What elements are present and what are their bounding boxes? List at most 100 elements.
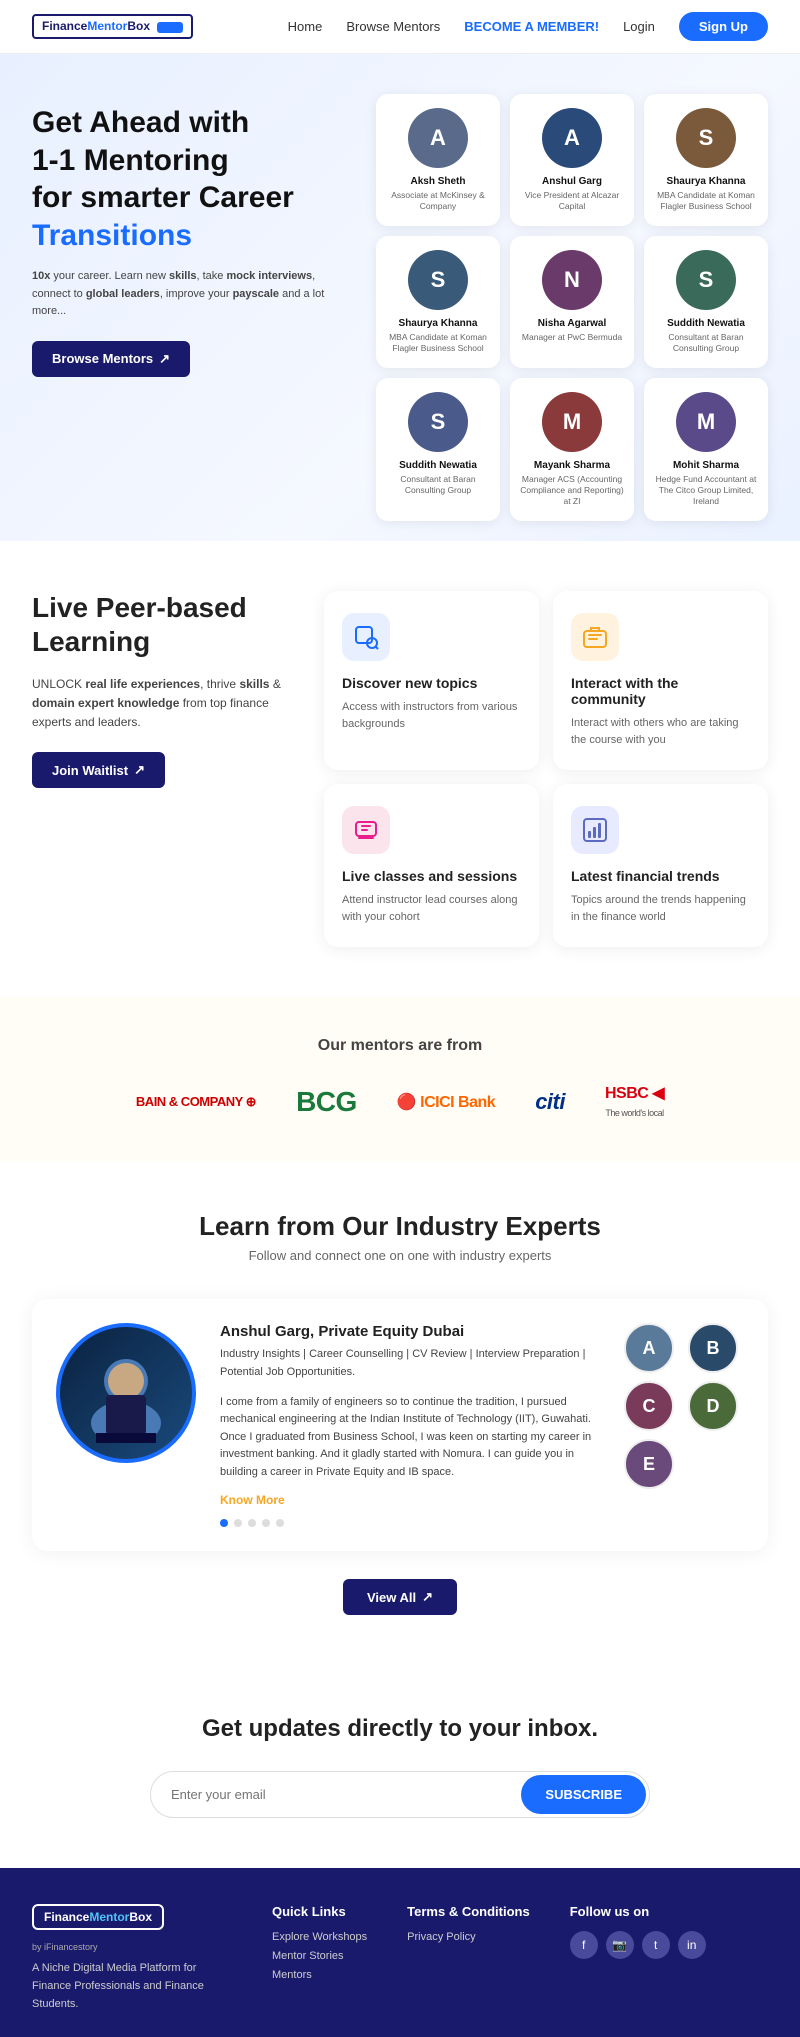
footer-quick-links: Quick Links Explore Workshops Mentor Sto… <box>272 1904 367 2013</box>
footer-logo: FinanceMentorBox <box>32 1904 164 1930</box>
dot-2 <box>234 1519 242 1527</box>
peer-left: Live Peer-based Learning UNLOCK real lif… <box>32 591 292 788</box>
signup-button[interactable]: Sign Up <box>679 12 768 41</box>
footer-link[interactable]: Explore Workshops <box>272 1931 367 1943</box>
mentor-card: S Suddith Newatia Consultant at Baran Co… <box>644 236 768 368</box>
mentor-card: M Mohit Sharma Hedge Fund Accountant at … <box>644 378 768 521</box>
logo: FinanceMentorBox Beta <box>32 14 193 38</box>
view-all-button[interactable]: View All ↗ <box>343 1579 457 1615</box>
mentor-card: A Anshul Garg Vice President at Alcazar … <box>510 94 634 226</box>
hero-section: Get Ahead with 1-1 Mentoring for smarter… <box>0 54 800 541</box>
footer-link[interactable]: Privacy Policy <box>407 1931 530 1943</box>
facebook-icon[interactable]: f <box>570 1931 598 1959</box>
side-avatar: A <box>624 1323 674 1373</box>
nav-member[interactable]: BECOME A MEMBER! <box>464 19 599 34</box>
navbar: FinanceMentorBox Beta Home Browse Mentor… <box>0 0 800 54</box>
avatar: S <box>676 108 736 168</box>
mentor-card: S Suddith Newatia Consultant at Baran Co… <box>376 378 500 521</box>
login-button[interactable]: Login <box>623 19 655 34</box>
bain-logo: BAIN & COMPANY ⊕ <box>136 1094 256 1110</box>
side-avatar: D <box>688 1381 738 1431</box>
expert-tags: Industry Insights | Career Counselling |… <box>220 1346 600 1381</box>
subscribe-button[interactable]: SUBSCRIBE <box>521 1775 646 1814</box>
feature-desc: Topics around the trends happening in th… <box>571 892 750 925</box>
nav-links: Home Browse Mentors BECOME A MEMBER! Log… <box>288 12 768 41</box>
linkedin-icon[interactable]: in <box>678 1931 706 1959</box>
peer-description: UNLOCK real life experiences, thrive ski… <box>32 675 292 733</box>
browse-mentors-button[interactable]: Browse Mentors ↗ <box>32 341 190 377</box>
mentor-title: Associate at McKinsey & Company <box>386 190 490 212</box>
dot-3 <box>248 1519 256 1527</box>
avatar: M <box>676 392 736 452</box>
experts-heading: Learn from Our Industry Experts <box>32 1211 768 1242</box>
mentor-name: Aksh Sheth <box>386 176 490 187</box>
feature-classes: Live classes and sessions Attend instruc… <box>324 784 539 947</box>
email-input[interactable] <box>151 1775 518 1814</box>
twitter-icon[interactable]: t <box>642 1931 670 1959</box>
feature-desc: Access with instructors from various bac… <box>342 699 521 732</box>
mentor-title: Vice President at Alcazar Capital <box>520 190 624 212</box>
mentors-from-section: Our mentors are from BAIN & COMPANY ⊕ BC… <box>0 997 800 1161</box>
footer-link[interactable]: Mentor Stories <box>272 1950 367 1962</box>
expert-avatars-side: A B C D E <box>624 1323 744 1489</box>
newsletter-heading: Get updates directly to your inbox. <box>32 1715 768 1743</box>
hero-heading: Get Ahead with 1-1 Mentoring for smarter… <box>32 104 352 254</box>
feature-community: Interact with the community Interact wit… <box>553 591 768 770</box>
side-avatar: B <box>688 1323 738 1373</box>
bcg-logo: BCG <box>296 1086 357 1118</box>
avatar: A <box>542 108 602 168</box>
mentor-name: Mohit Sharma <box>654 460 758 471</box>
avatar: M <box>542 392 602 452</box>
experts-section: Learn from Our Industry Experts Follow a… <box>0 1161 800 1665</box>
social-heading: Follow us on <box>570 1904 706 1919</box>
mentor-title: Manager ACS (Accounting Compliance and R… <box>520 474 624 507</box>
nav-browse[interactable]: Browse Mentors <box>346 19 440 34</box>
expert-showcase: Anshul Garg, Private Equity Dubai Indust… <box>32 1299 768 1551</box>
mentor-card: M Mayank Sharma Manager ACS (Accounting … <box>510 378 634 521</box>
footer-link[interactable]: Mentors <box>272 1969 367 1981</box>
feature-title: Latest financial trends <box>571 868 750 884</box>
expert-info: Anshul Garg, Private Equity Dubai Indust… <box>220 1323 600 1527</box>
waitlist-button[interactable]: Join Waitlist ↗ <box>32 752 165 788</box>
mentor-card: S Shaurya Khanna MBA Candidate at Koman … <box>376 236 500 368</box>
newsletter-section: Get updates directly to your inbox. SUBS… <box>0 1665 800 1868</box>
feature-title: Discover new topics <box>342 675 521 691</box>
hsbc-logo: HSBC ◀The world's local <box>605 1083 664 1121</box>
peer-section: Live Peer-based Learning UNLOCK real lif… <box>0 541 800 997</box>
feature-title: Live classes and sessions <box>342 868 521 884</box>
feature-desc: Attend instructor lead courses along wit… <box>342 892 521 925</box>
footer-tagline: A Niche Digital Media Platform for Finan… <box>32 1960 232 2013</box>
mentor-title: Consultant at Baran Consulting Group <box>654 332 758 354</box>
discover-icon <box>342 613 390 661</box>
mentor-card: S Shaurya Khanna MBA Candidate at Koman … <box>644 94 768 226</box>
mentor-name: Anshul Garg <box>520 176 624 187</box>
avatar: A <box>408 108 468 168</box>
avatar: S <box>408 250 468 310</box>
footer-by: by iFinancestory <box>32 1942 232 1952</box>
avatar: S <box>676 250 736 310</box>
mentor-name: Shaurya Khanna <box>386 318 490 329</box>
mentor-name: Suddith Newatia <box>654 318 758 329</box>
footer-legal: Terms & Conditions Privacy Policy <box>407 1904 530 2013</box>
know-more-link[interactable]: Know More <box>220 1493 600 1507</box>
nav-home[interactable]: Home <box>288 19 323 34</box>
mentor-name: Suddith Newatia <box>386 460 490 471</box>
community-icon <box>571 613 619 661</box>
dot-indicator <box>220 1519 600 1527</box>
dot-4 <box>262 1519 270 1527</box>
beta-badge: Beta <box>157 22 182 33</box>
legal-heading: Terms & Conditions <box>407 1904 530 1919</box>
footer-brand: FinanceMentorBox by iFinancestory A Nich… <box>32 1904 232 2013</box>
classes-icon <box>342 806 390 854</box>
expert-bio: I come from a family of engineers so to … <box>220 1394 600 1482</box>
footer: FinanceMentorBox by iFinancestory A Nich… <box>0 1868 800 2037</box>
social-icons: f 📷 t in <box>570 1931 706 1959</box>
mentor-title: MBA Candidate at Koman Flagler Business … <box>386 332 490 354</box>
citi-logo: citi <box>535 1089 565 1115</box>
mentor-cards-grid: A Aksh Sheth Associate at McKinsey & Com… <box>352 94 768 521</box>
instagram-icon[interactable]: 📷 <box>606 1931 634 1959</box>
avatar: N <box>542 250 602 310</box>
mentor-card: N Nisha Agarwal Manager at PwC Bermuda <box>510 236 634 368</box>
avatar: S <box>408 392 468 452</box>
mentor-title: Consultant at Baran Consulting Group <box>386 474 490 496</box>
